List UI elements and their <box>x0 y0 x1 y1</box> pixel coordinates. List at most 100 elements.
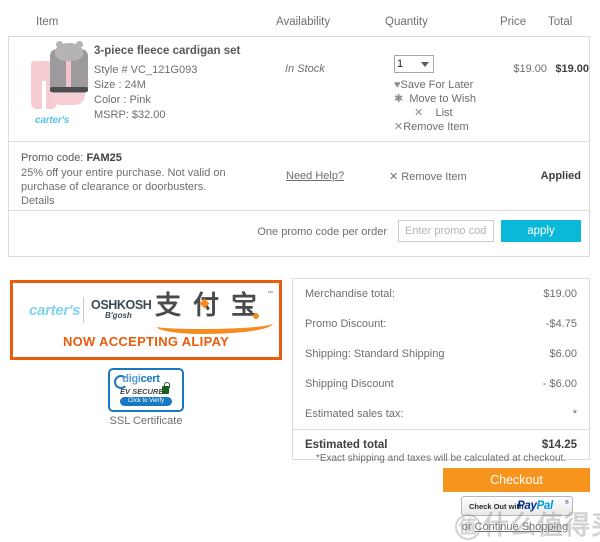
alipay-swoosh-icon <box>157 316 273 334</box>
promo-remove-label: Remove Item <box>401 171 467 183</box>
summary-value: - $6.00 <box>542 378 577 390</box>
alipay-banner[interactable]: carter's OSHKOSH B'gosh 支 付 宝 ™ NOW ACCE… <box>10 280 282 360</box>
move-to-wish-list-button[interactable]: ✱ Move to Wish ✕ List <box>394 92 494 120</box>
paypal-pal-text: Pal <box>536 500 554 512</box>
estimated-total-label: Estimated total <box>305 439 388 451</box>
trademark-symbol: ™ <box>267 291 273 297</box>
applied-promo-row: Promo code: FAM25 25% off your entire pu… <box>9 142 589 211</box>
x-close-icon: ✕ <box>394 121 404 133</box>
summary-label: Shipping: Standard Shipping <box>305 348 445 360</box>
lock-icon <box>162 382 170 394</box>
summary-label: Estimated sales tax: <box>305 408 404 420</box>
summary-label: Promo Discount: <box>305 318 387 330</box>
star-icon: ✱ <box>394 93 404 105</box>
promo-details-link[interactable]: Details <box>21 195 271 207</box>
estimated-total-value: $14.25 <box>541 439 577 451</box>
promo-code-input[interactable] <box>398 220 494 242</box>
bgosh-logo: B'gosh <box>105 311 132 320</box>
promo-description: 25% off your entire purchase. Not valid … <box>21 167 226 193</box>
item-price: $19.00 <box>513 63 547 75</box>
promo-code-label: Promo code: <box>21 152 84 164</box>
click-to-verify-button[interactable]: Click to Verify <box>120 397 172 406</box>
oshkosh-logo: OSHKOSH <box>91 298 152 312</box>
order-summary-panel: Merchandise total: $19.00 Promo Discount… <box>292 278 590 460</box>
logo-divider <box>83 297 84 323</box>
cart-box: carter's 3-piece fleece cardigan set Sty… <box>8 36 590 257</box>
digicert-seal[interactable]: digicert EV SECURE Click to Verify <box>108 368 184 412</box>
move-to-wish-label: Move to Wish <box>409 93 476 105</box>
summary-row: Shipping: Standard Shipping $6.00 <box>293 339 589 369</box>
remove-item-button[interactable]: ✕Remove Item <box>394 120 494 134</box>
product-image <box>29 41 95 111</box>
item-total: $19.00 <box>555 63 589 75</box>
quantity-column: 1 ♥Save For Later ✱ Move to Wish ✕ List ✕… <box>394 55 494 134</box>
summary-label: Shipping Discount <box>305 378 394 390</box>
or-label: or <box>461 521 472 533</box>
one-promo-per-order-note: One promo code per order <box>257 226 387 238</box>
hood-ear-right-shape <box>76 41 83 48</box>
promo-status-badge: Applied <box>540 170 581 182</box>
product-size: Size : 24M <box>94 79 146 91</box>
summary-row: Promo Discount: -$4.75 <box>293 309 589 339</box>
product-color: Color : Pink <box>94 94 151 106</box>
promo-code-value: FAM25 <box>86 152 122 164</box>
jacket-cuff-shape <box>50 87 88 92</box>
alipay-logo: 支 付 宝 ™ <box>155 291 277 334</box>
summary-row: Estimated sales tax: * <box>293 399 589 429</box>
hood-ear-left-shape <box>56 41 63 48</box>
paypal-pay-text: Pay <box>517 500 537 512</box>
summary-value: $6.00 <box>549 348 577 360</box>
summary-row: Shipping Discount - $6.00 <box>293 369 589 399</box>
product-info: 3-piece fleece cardigan set Style # VC_1… <box>94 45 274 123</box>
column-header-availability: Availability <box>276 16 331 28</box>
product-thumbnail[interactable]: carter's <box>29 41 95 126</box>
remove-item-label: Remove Item <box>403 121 469 133</box>
need-help-link[interactable]: Need Help? <box>286 170 344 182</box>
availability-status: In Stock <box>285 63 325 75</box>
move-to-wish-label-line2: List <box>435 107 453 119</box>
paypal-trademark: ® <box>565 500 569 506</box>
ssl-certificate-caption: SSL Certificate <box>109 415 183 427</box>
product-style: Style # VC_121G093 <box>94 64 198 76</box>
continue-shopping-line: or Continue Shopping <box>440 521 590 533</box>
carters-logo: carter's <box>29 302 81 319</box>
digicert-wordmark: digicert <box>114 373 160 385</box>
shopping-cart-page: Item Availability Quantity Price Total c… <box>0 0 600 541</box>
alipay-tagline: NOW ACCEPTING ALIPAY <box>62 334 230 349</box>
alipay-banner-logos: carter's OSHKOSH B'gosh 支 付 宝 ™ <box>13 291 279 334</box>
digicert-ev-secure: EV SECURE <box>120 387 164 396</box>
summary-value: $19.00 <box>543 288 577 300</box>
summary-footnote: *Exact shipping and taxes will be calcul… <box>315 453 567 464</box>
paypal-checkout-button[interactable]: Check Out with PayPal ® <box>461 496 573 516</box>
paypal-prefix-label: Check Out with <box>469 502 524 511</box>
x-close-icon: ✕ <box>389 171 399 183</box>
promo-text-block: Promo code: FAM25 25% off your entire pu… <box>21 152 271 207</box>
column-header-item: Item <box>36 16 59 28</box>
chevron-down-icon <box>421 62 429 67</box>
digicert-name-bold: cert <box>140 373 160 385</box>
product-msrp: MSRP: $32.00 <box>94 109 166 121</box>
cart-item-row: carter's 3-piece fleece cardigan set Sty… <box>9 37 589 142</box>
carters-brand-logo: carter's <box>35 115 70 126</box>
product-title[interactable]: 3-piece fleece cardigan set <box>94 45 274 58</box>
promo-code-line: Promo code: FAM25 <box>21 152 271 164</box>
column-header-quantity: Quantity <box>385 16 428 28</box>
summary-value: -$4.75 <box>545 318 577 330</box>
item-actions: ♥Save For Later ✱ Move to Wish ✕ List ✕Re… <box>394 78 494 134</box>
paypal-wordmark: PayPal <box>517 500 553 512</box>
promo-entry-row: One promo code per order apply <box>9 211 589 256</box>
save-for-later-label: Save For Later <box>400 79 474 91</box>
promo-remove-item-button[interactable]: ✕ Remove Item <box>389 170 467 183</box>
quantity-select[interactable]: 1 <box>394 55 434 73</box>
continue-shopping-link[interactable]: Continue Shopping <box>475 521 569 533</box>
x-icon-secondary: ✕ <box>414 107 424 119</box>
checkout-button[interactable]: Checkout <box>443 468 590 492</box>
summary-value: * <box>572 408 577 420</box>
digicert-name-light: digi <box>122 373 141 385</box>
apply-promo-button[interactable]: apply <box>501 220 581 242</box>
summary-row: Merchandise total: $19.00 <box>293 279 589 309</box>
quantity-value: 1 <box>397 58 404 70</box>
column-header-price: Price <box>500 16 527 28</box>
cart-table-header: Item Availability Quantity Price Total <box>0 16 600 34</box>
save-for-later-button[interactable]: ♥Save For Later <box>394 78 494 92</box>
